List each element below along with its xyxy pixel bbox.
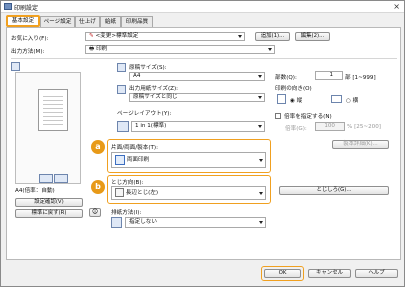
paper-size-select[interactable]: A4 (129, 72, 265, 81)
scale-unit: % [25~200] (347, 124, 381, 130)
layout-view-icon[interactable] (11, 62, 20, 71)
output-method-icon (111, 217, 122, 228)
paper-size-label: 原稿サイズ(S): (129, 65, 167, 71)
portrait-label: 縦 (296, 98, 303, 104)
tab-quality[interactable]: 印刷品質 (121, 16, 153, 27)
ok-button[interactable]: OK (264, 269, 301, 278)
close-icon[interactable]: × (393, 2, 400, 11)
paper-size-value: A4 (133, 73, 141, 79)
tab-basic[interactable]: 基本設定 (6, 15, 40, 27)
chevron-down-icon (238, 35, 242, 38)
duplex-select[interactable]: 両面印刷 (111, 152, 266, 168)
scale-sub-label: 倍率(G): (285, 126, 307, 132)
chevron-down-icon (258, 125, 262, 128)
basic-settings-panel: お気に入り(F): ✎ <変更>標準設定 追加(1)... 編集(2)... 出… (6, 27, 401, 260)
output-label: 出力方法(M): (11, 49, 45, 55)
binding-label: とじ方向(B): (111, 180, 144, 186)
page-layout-select[interactable]: 1 in 1(標準) (131, 121, 265, 132)
cancel-button[interactable]: キャンセル (308, 269, 351, 278)
tab-page[interactable]: ページ設定 (40, 16, 75, 27)
printer-icon (4, 3, 12, 10)
favorites-value: <変更>標準設定 (95, 33, 139, 39)
booklet-details-button[interactable]: 製本詳細(K)... (332, 140, 389, 149)
preview-area (15, 72, 81, 184)
page-layout-value: 1 in 1(標準) (135, 123, 167, 129)
copies-stepper[interactable]: 1 (315, 71, 343, 80)
edit-favorite-button[interactable]: 編集(2)... (295, 32, 330, 41)
favorites-select[interactable]: ✎ <変更>標準設定 (85, 32, 245, 41)
landscape-label: 横 (352, 98, 359, 104)
copies-unit: 部 [1~999] (345, 75, 376, 81)
landscape-option[interactable]: ○ 横 (346, 96, 358, 104)
callout-badge-a: a (91, 140, 105, 154)
output-method-label: 排紙方法(I): (111, 210, 142, 216)
print-settings-window: 印刷設定 × 基本設定 ページ設定 仕上げ 給紙 印刷品質 お気に入り(F): … (0, 0, 405, 287)
page-edit-icon[interactable] (54, 174, 68, 183)
binding-value: 長辺とじ(左) (125, 190, 159, 196)
confirm-settings-button[interactable]: 設定確認(V) (15, 198, 83, 207)
page-layout-label: ページレイアウト(Y): (117, 111, 172, 117)
divider (11, 58, 397, 59)
duplex-icon (115, 154, 125, 165)
info-icon[interactable]: 🛈 (89, 208, 101, 217)
output-method-value: 指定しない (129, 219, 157, 225)
landscape-icon (331, 95, 342, 103)
binding-select[interactable]: 長辺とじ(左) (111, 186, 266, 200)
portrait-option[interactable]: ◉ 縦 (290, 96, 302, 104)
print-icon: 🖶 (89, 46, 97, 52)
copies-label: 部数(Q): (275, 75, 297, 81)
title-bar: 印刷設定 × (1, 1, 404, 13)
page-preview (38, 89, 68, 131)
favorites-label: お気に入り(F): (11, 36, 49, 42)
output-paper-label: 出力用紙サイズ(Z): (129, 86, 179, 92)
callout-badge-b: b (91, 180, 105, 194)
help-button[interactable]: ヘルプ (355, 269, 398, 278)
output-paper-icon (117, 85, 126, 94)
output-select[interactable]: 🖶 印刷 (85, 45, 275, 54)
window-title: 印刷設定 (14, 5, 39, 12)
add-favorite-button[interactable]: 追加(1)... (255, 32, 290, 41)
orientation-label: 印刷の向き(O) (275, 86, 312, 92)
chevron-down-icon (259, 159, 263, 162)
tab-finishing[interactable]: 仕上げ (75, 16, 100, 27)
output-paper-select[interactable]: 原稿サイズと同じ (129, 93, 265, 102)
tab-paper-source[interactable]: 給紙 (100, 16, 121, 27)
chevron-down-icon (268, 48, 272, 51)
scale-checkbox[interactable] (275, 113, 281, 119)
output-value: 印刷 (96, 46, 108, 52)
gutter-button[interactable]: とじしろ(G)... (279, 186, 389, 195)
scale-stepper[interactable]: 100 (315, 122, 345, 131)
layout-icon (117, 121, 129, 132)
output-paper-value: 原稿サイズと同じ (133, 94, 178, 100)
output-method-select[interactable]: 指定しない (125, 217, 266, 228)
duplex-label: 片面/両面/製本(T): (111, 145, 158, 151)
page-icon[interactable] (39, 174, 53, 183)
chevron-down-icon (259, 221, 263, 224)
chevron-down-icon (259, 192, 263, 195)
paper-size-icon (117, 63, 126, 72)
scale-label: 倍率を指定する(N) (284, 114, 332, 120)
preview-caption: A4(倍率：自動) (15, 188, 55, 194)
duplex-value: 両面印刷 (126, 157, 150, 163)
chevron-down-icon (258, 96, 262, 99)
binding-icon (115, 188, 124, 197)
portrait-icon (277, 94, 286, 104)
restore-defaults-button[interactable]: 標準に戻す(R) (15, 209, 83, 218)
chevron-down-icon (258, 75, 262, 78)
